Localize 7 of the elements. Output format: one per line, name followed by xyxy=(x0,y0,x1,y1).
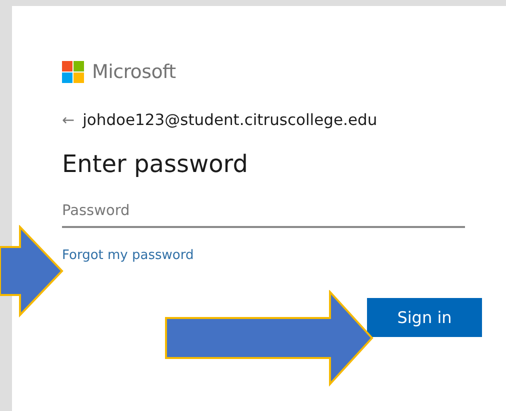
brand-name: Microsoft xyxy=(92,60,176,85)
sign-in-button[interactable]: Sign in xyxy=(367,298,482,338)
forgot-password-link[interactable]: Forgot my password xyxy=(62,246,194,266)
logo-icon xyxy=(62,61,84,84)
page-title: Enter password xyxy=(62,150,249,179)
account-email: johdoe123@student.citruscollege.edu xyxy=(82,110,378,130)
back-icon[interactable]: ← xyxy=(62,108,75,132)
